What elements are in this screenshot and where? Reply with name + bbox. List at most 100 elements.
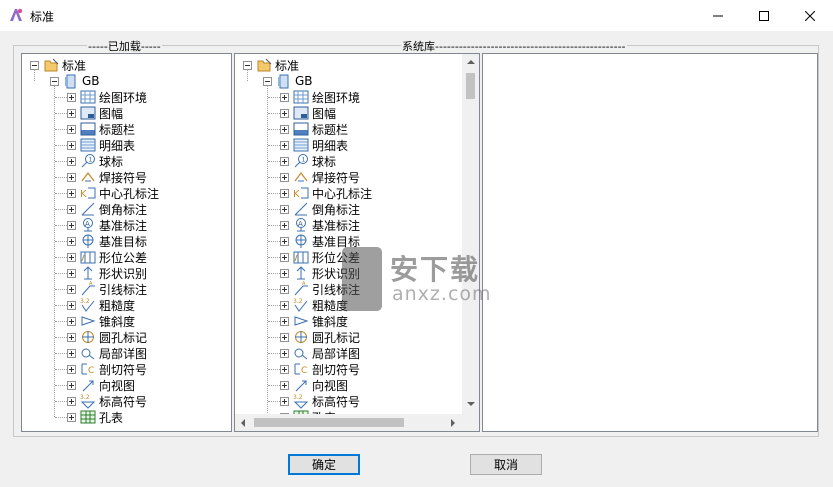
tree-node-item[interactable]: A 基准标注	[67, 217, 147, 233]
system-tree[interactable]: 标准 GB 绘图环境 图幅 标题栏 明细表 1 球标 焊接符号 K 中心孔标注 倒角标注 A 基准标注 基准…	[234, 53, 480, 432]
tree-node-item[interactable]: 3.2 标高符号	[67, 393, 147, 409]
close-button[interactable]	[787, 0, 833, 31]
tree-node-item[interactable]: 明细表	[280, 137, 348, 153]
expand-icon[interactable]	[67, 348, 76, 358]
expand-icon[interactable]	[67, 140, 76, 150]
scroll-down-icon[interactable]	[467, 402, 475, 406]
tree-node-item[interactable]: 锥斜度	[67, 313, 135, 329]
tree-node-item[interactable]: 绘图环境	[67, 89, 147, 105]
tree-node-item[interactable]: C 剖切符号	[67, 361, 147, 377]
expand-icon[interactable]	[67, 92, 76, 102]
tree-node-item[interactable]: A 引线标注	[67, 281, 147, 297]
expand-icon[interactable]	[67, 220, 76, 230]
horizontal-scrollbar[interactable]	[235, 414, 463, 431]
expand-icon[interactable]	[67, 332, 76, 342]
expand-icon[interactable]	[67, 156, 76, 166]
horizontal-scroll-thumb[interactable]	[254, 418, 404, 427]
expand-icon[interactable]	[280, 92, 289, 102]
tree-node-item[interactable]: A 基准标注	[280, 217, 360, 233]
tree-node-item[interactable]: 焊接符号	[280, 169, 360, 185]
expand-icon[interactable]	[67, 268, 76, 278]
scroll-left-icon[interactable]	[241, 419, 245, 427]
tree-node-item[interactable]: 基准目标	[67, 233, 147, 249]
expand-icon[interactable]	[280, 156, 289, 166]
expand-icon[interactable]	[280, 108, 289, 118]
tree-node-item[interactable]: 标题栏	[280, 121, 348, 137]
expand-icon[interactable]	[67, 412, 76, 422]
expand-icon[interactable]	[280, 396, 289, 406]
vertical-scrollbar[interactable]	[462, 54, 479, 414]
tree-node-item[interactable]: 倒角标注	[67, 201, 147, 217]
vertical-scroll-thumb[interactable]	[466, 73, 475, 99]
expand-icon[interactable]	[67, 284, 76, 294]
tree-node-item[interactable]: 明细表	[67, 137, 135, 153]
expand-icon[interactable]	[67, 204, 76, 214]
expand-icon[interactable]	[280, 188, 289, 198]
tree-node-item[interactable]: 3.2 粗糙度	[280, 297, 348, 313]
expand-icon[interactable]	[280, 252, 289, 262]
tree-node-root[interactable]: 标准	[30, 57, 86, 73]
expand-icon[interactable]	[67, 316, 76, 326]
expand-icon[interactable]	[67, 236, 76, 246]
tree-node-item[interactable]: 局部详图	[67, 345, 147, 361]
expand-icon[interactable]	[280, 124, 289, 134]
expand-icon[interactable]	[280, 300, 289, 310]
tree-node-item[interactable]: 焊接符号	[67, 169, 147, 185]
svg-text:3.2: 3.2	[293, 394, 303, 401]
tree-node-item[interactable]: 图幅	[67, 105, 123, 121]
tree-node-root[interactable]: 标准	[243, 57, 299, 73]
scroll-right-icon[interactable]	[451, 419, 455, 427]
svg-text:K: K	[293, 189, 300, 200]
expand-icon[interactable]	[280, 140, 289, 150]
minimize-button[interactable]	[695, 0, 741, 31]
ok-button[interactable]: 确定	[288, 454, 360, 475]
expand-icon[interactable]	[67, 188, 76, 198]
tree-node-item[interactable]: K 中心孔标注	[67, 185, 159, 201]
expand-icon[interactable]	[280, 284, 289, 294]
tree-node-item[interactable]: 形位公差	[67, 249, 147, 265]
expand-icon[interactable]	[280, 204, 289, 214]
tree-node-gb[interactable]: GB	[263, 73, 313, 89]
tree-node-item[interactable]: 标题栏	[67, 121, 135, 137]
expand-icon[interactable]	[280, 236, 289, 246]
tree-node-item[interactable]: 3.2 标高符号	[280, 393, 360, 409]
expand-icon[interactable]	[280, 348, 289, 358]
tree-node-item[interactable]: 向视图	[280, 377, 348, 393]
expand-icon[interactable]	[280, 268, 289, 278]
tree-node-item[interactable]: 图幅	[280, 105, 336, 121]
expand-icon[interactable]	[67, 364, 76, 374]
tree-node-item[interactable]: C 剖切符号	[280, 361, 360, 377]
maximize-button[interactable]	[741, 0, 787, 31]
expand-icon[interactable]	[67, 172, 76, 182]
expand-icon[interactable]	[280, 220, 289, 230]
expand-icon[interactable]	[67, 396, 76, 406]
loaded-tree[interactable]: 标准 GB 绘图环境 图幅 标题栏 明细表 1 球标 焊接符号 K 中心孔标注 倒角标注 A 基准标注 基准…	[21, 53, 232, 432]
expand-icon[interactable]	[67, 300, 76, 310]
tree-node-item[interactable]: K 中心孔标注	[280, 185, 372, 201]
tree-node-item[interactable]: 3.2 粗糙度	[67, 297, 135, 313]
expand-icon[interactable]	[280, 364, 289, 374]
scroll-up-icon[interactable]	[467, 60, 475, 64]
tree-node-item[interactable]: 圆孔标记	[67, 329, 147, 345]
expand-icon[interactable]	[280, 316, 289, 326]
tree-node-item[interactable]: 局部详图	[280, 345, 360, 361]
tree-node-gb[interactable]: GB	[50, 73, 100, 89]
tree-node-item[interactable]: 倒角标注	[280, 201, 360, 217]
expand-icon[interactable]	[67, 252, 76, 262]
tree-node-label: 球标	[312, 154, 337, 169]
tree-node-item[interactable]: 1 球标	[67, 153, 123, 169]
expand-icon[interactable]	[67, 380, 76, 390]
tree-node-item[interactable]: 绘图环境	[280, 89, 360, 105]
tree-node-item[interactable]: 形状识别	[67, 265, 147, 281]
tree-node-item[interactable]: 锥斜度	[280, 313, 348, 329]
tree-node-item[interactable]: 孔表	[67, 409, 123, 425]
tree-node-item[interactable]: 1 球标	[280, 153, 336, 169]
cancel-button[interactable]: 取消	[470, 454, 542, 475]
tree-node-item[interactable]: 向视图	[67, 377, 135, 393]
expand-icon[interactable]	[67, 124, 76, 134]
tree-node-item[interactable]: 圆孔标记	[280, 329, 360, 345]
expand-icon[interactable]	[280, 332, 289, 342]
expand-icon[interactable]	[67, 108, 76, 118]
expand-icon[interactable]	[280, 172, 289, 182]
expand-icon[interactable]	[280, 380, 289, 390]
